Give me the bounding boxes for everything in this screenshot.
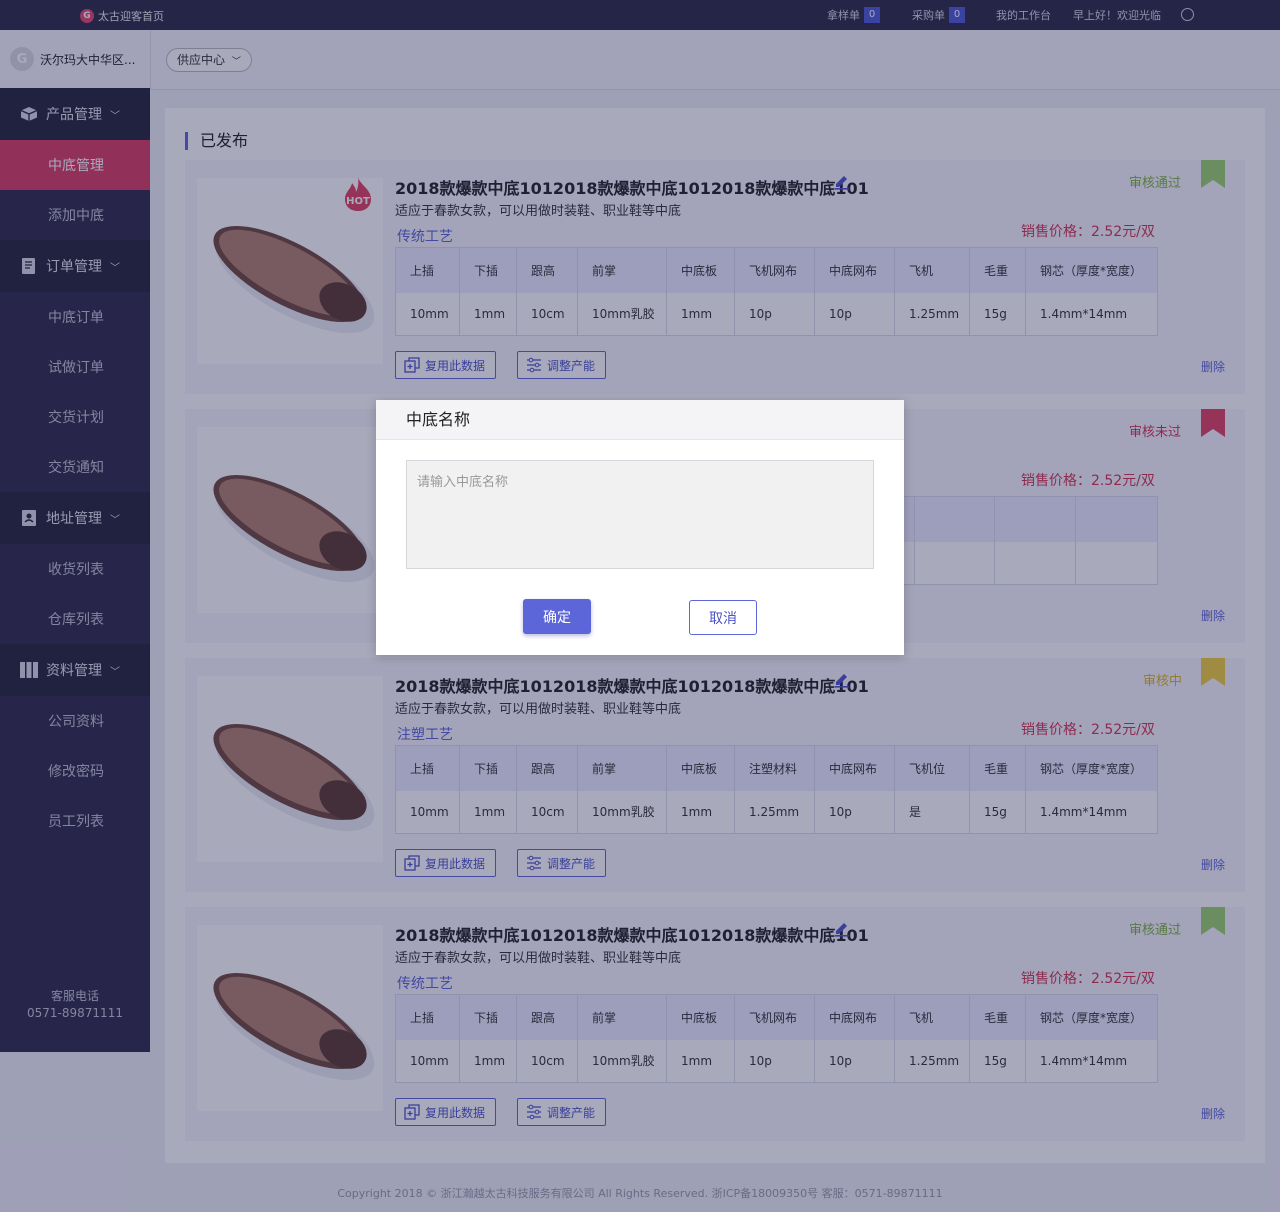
midsole-name-dialog: 中底名称 确定 取消 bbox=[376, 400, 904, 655]
cancel-button[interactable]: 取消 bbox=[689, 600, 757, 635]
dialog-title: 中底名称 bbox=[376, 400, 904, 440]
midsole-name-input[interactable] bbox=[406, 460, 874, 569]
confirm-button[interactable]: 确定 bbox=[523, 599, 591, 634]
